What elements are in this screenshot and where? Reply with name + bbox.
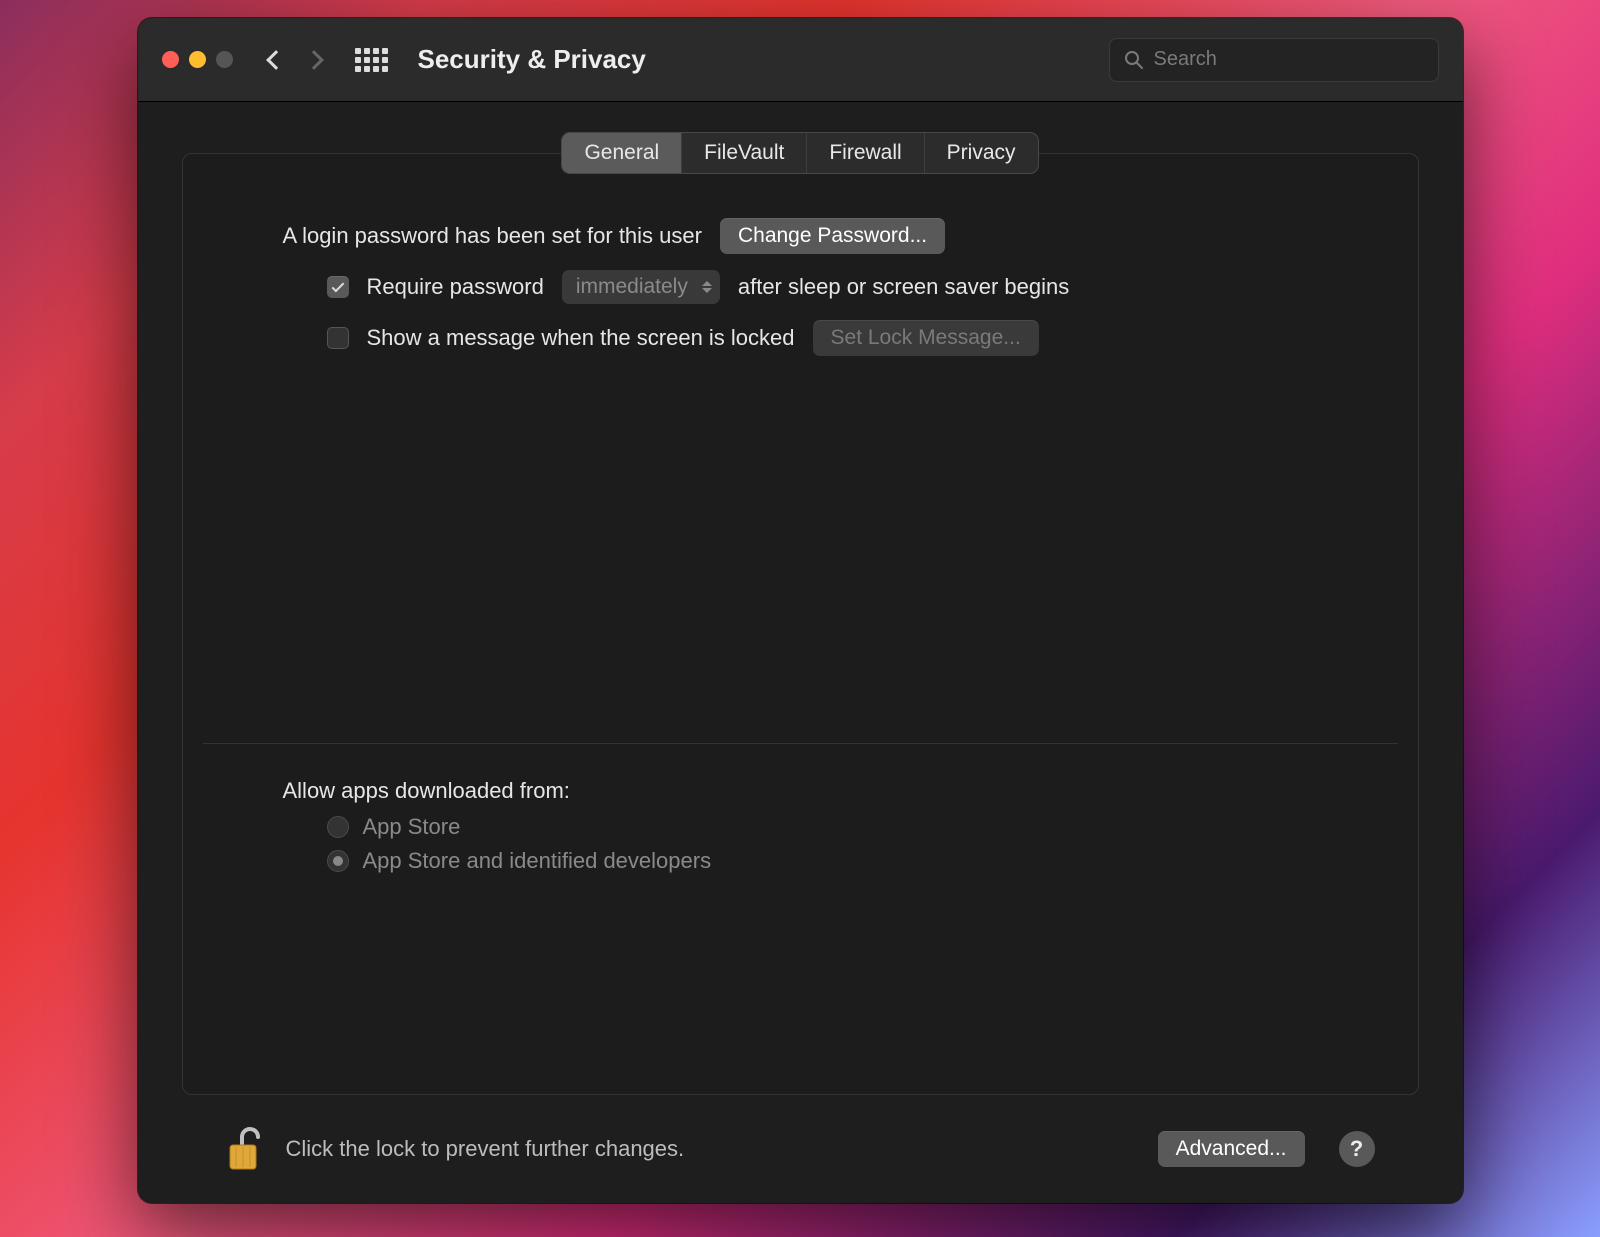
require-password-delay-select[interactable]: immediately (562, 270, 720, 304)
help-icon: ? (1350, 1136, 1363, 1162)
forward-button[interactable] (304, 50, 324, 70)
gatekeeper-heading: Allow apps downloaded from: (283, 778, 1318, 804)
require-password-row: Require password immediately after sleep… (327, 270, 1338, 304)
tab-general[interactable]: General (562, 133, 682, 173)
set-lock-message-button[interactable]: Set Lock Message... (813, 320, 1039, 356)
advanced-button[interactable]: Advanced... (1158, 1131, 1305, 1167)
show-lock-message-label: Show a message when the screen is locked (367, 325, 795, 351)
password-section: A login password has been set for this u… (183, 218, 1418, 372)
chevron-up-icon (702, 281, 712, 286)
preferences-window: Security & Privacy General FileVault Fir… (138, 18, 1463, 1203)
stepper-icon (702, 281, 712, 293)
search-icon (1124, 50, 1144, 70)
help-button[interactable]: ? (1339, 1131, 1375, 1167)
unlocked-lock-icon (226, 1125, 266, 1173)
search-field[interactable] (1109, 38, 1439, 82)
lock-message-row: Show a message when the screen is locked… (327, 320, 1338, 356)
window-controls (162, 51, 233, 68)
footer: Click the lock to prevent further change… (182, 1095, 1419, 1203)
nav-arrows (269, 53, 321, 67)
minimize-window-button[interactable] (189, 51, 206, 68)
gatekeeper-section: Allow apps downloaded from: App Store Ap… (183, 744, 1418, 1094)
toolbar: Security & Privacy (138, 18, 1463, 102)
option-label: App Store and identified developers (363, 848, 712, 874)
back-button[interactable] (266, 50, 286, 70)
tab-privacy[interactable]: Privacy (925, 133, 1038, 173)
radio-icon (327, 850, 349, 872)
require-password-label-prefix: Require password (367, 274, 544, 300)
tab-firewall[interactable]: Firewall (807, 133, 924, 173)
tab-bar: General FileVault Firewall Privacy (561, 132, 1038, 174)
check-icon (331, 279, 344, 292)
search-input[interactable] (1154, 48, 1424, 71)
tab-filevault[interactable]: FileVault (682, 133, 807, 173)
login-password-row: A login password has been set for this u… (283, 218, 1338, 254)
login-password-status: A login password has been set for this u… (283, 223, 702, 249)
lock-hint-text: Click the lock to prevent further change… (286, 1136, 685, 1162)
radio-icon (327, 816, 349, 838)
window-title: Security & Privacy (418, 44, 646, 75)
change-password-button[interactable]: Change Password... (720, 218, 945, 254)
option-label: App Store (363, 814, 461, 840)
close-window-button[interactable] (162, 51, 179, 68)
require-password-delay-value: immediately (576, 275, 688, 298)
content-panel: A login password has been set for this u… (182, 153, 1419, 1095)
gatekeeper-option-appstore[interactable]: App Store (327, 814, 1318, 840)
show-all-prefs-button[interactable] (355, 48, 388, 72)
gatekeeper-option-identified[interactable]: App Store and identified developers (327, 848, 1318, 874)
require-password-label-suffix: after sleep or screen saver begins (738, 274, 1069, 300)
chevron-down-icon (702, 288, 712, 293)
show-lock-message-checkbox[interactable] (327, 327, 349, 349)
fullscreen-window-button[interactable] (216, 51, 233, 68)
require-password-checkbox[interactable] (327, 276, 349, 298)
lock-button[interactable] (226, 1125, 266, 1173)
